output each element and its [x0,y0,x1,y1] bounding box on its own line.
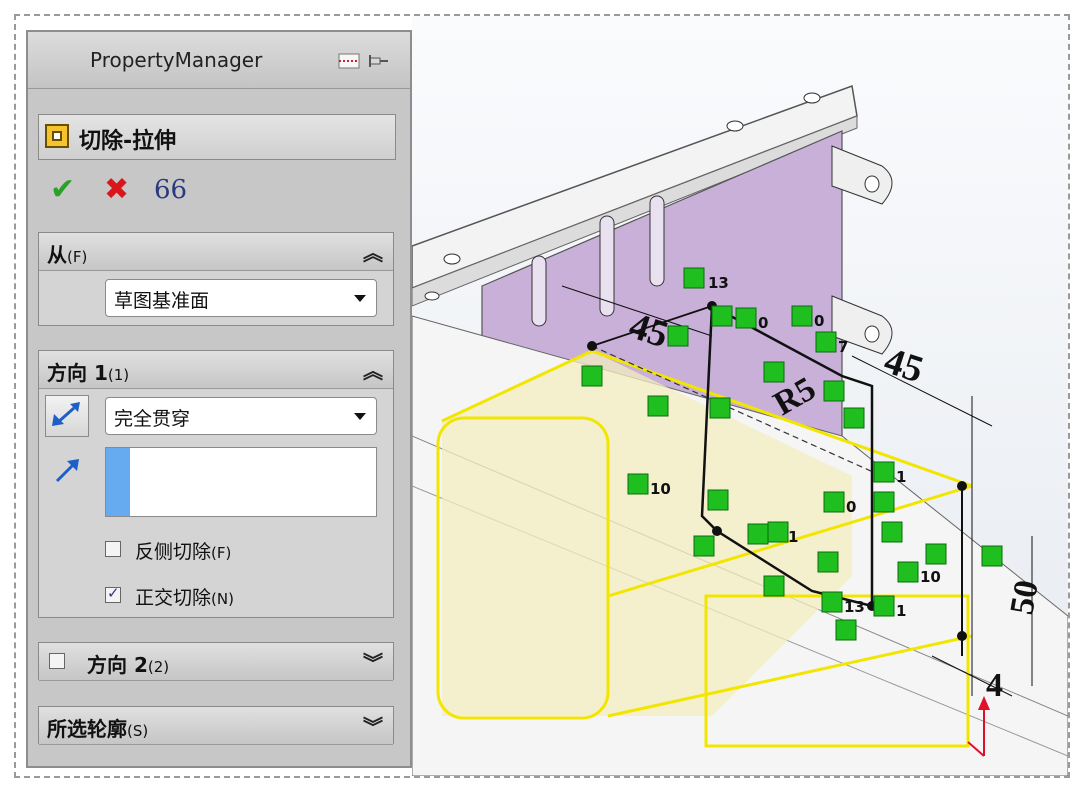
dimension-50: 50 [1003,577,1045,617]
direction1-group-header[interactable]: 方向 1(1) ︽ [39,351,393,389]
property-manager-header: PropertyManager [28,32,410,89]
screenshot-frame: 45 45 R5 50 4 13 0 0 7 10 1 0 1 10 13 1 … [14,14,1070,778]
direction2-group-label: 方向 2(2) [87,653,170,677]
relation-label: 0 [814,312,824,330]
relation-label: 1 [788,528,798,546]
collapse-down-icon[interactable]: ︾ [363,647,383,676]
relation-badge [627,473,649,495]
direction1-group-label: 方向 1(1) [47,361,130,385]
relation-badge [897,561,919,583]
normal-cut-checkbox[interactable] [105,584,121,603]
normal-cut-label: 正交切除(N) [135,587,234,609]
select-dropdown-icon [354,295,366,302]
sketch-point [957,631,967,641]
from-group-label: 从(F) [47,243,88,267]
ok-check-icon[interactable]: ✔ [50,170,75,210]
sketch-point [957,481,967,491]
listbox-active-indicator [106,448,130,516]
tab-hole [864,325,880,343]
panel-slot [649,195,665,287]
relation-badge [735,307,757,329]
reverse-direction-button[interactable] [45,395,89,437]
direction-arrow-icon [55,459,79,483]
relation-label: 13 [708,274,729,292]
relation-label: 0 [758,314,768,332]
property-manager-title: PropertyManager [90,48,263,72]
relation-badge [667,325,689,347]
relation-badge [647,395,669,417]
relation-label: 0 [846,498,856,516]
flange-hole [424,291,440,301]
relation-badge [843,407,865,429]
selected-contours-group: 所选轮廓(S) ︾ [38,706,394,745]
relation-badge [873,491,895,513]
relation-badge [823,491,845,513]
collapse-up-icon[interactable]: ︽ [363,237,383,266]
direction2-group-header[interactable]: 方向 2(2) ︾ [39,643,393,681]
flange-hole [443,253,461,265]
relation-badge [873,595,895,617]
relation-label: 1 [896,602,906,620]
feature-title-bar: 切除-拉伸 [38,114,396,160]
end-condition-select[interactable]: 完全贯穿 [105,397,377,435]
relation-badge [925,543,947,565]
relation-badge [711,305,733,327]
cancel-x-icon[interactable]: ✖ [104,170,129,210]
relation-badge [981,545,1003,567]
pin-icon[interactable] [368,52,390,70]
tab-hole [864,175,880,193]
relation-badge [835,619,857,641]
from-group-header[interactable]: 从(F) ︽ [39,233,393,271]
feature-title: 切除-拉伸 [79,129,177,154]
feature-cut-extrude-icon [45,124,69,148]
graphics-viewport[interactable]: 45 45 R5 50 4 13 0 0 7 10 1 0 1 10 13 1 [412,16,1068,776]
property-manager-panel: PropertyManager 切除-拉伸 ✔ ✖ 66 从(F) ︽ 草图基准… [26,30,412,768]
relation-badge [763,575,785,597]
collapse-down-icon[interactable]: ︾ [363,711,383,740]
sketch-point [712,526,722,536]
relation-badge [709,397,731,419]
action-buttons: ✔ ✖ 66 [46,170,246,210]
from-group: 从(F) ︽ 草图基准面 [38,232,394,326]
relation-badge [815,331,837,353]
selected-contours-header[interactable]: 所选轮廓(S) ︾ [39,707,393,745]
collapse-up-icon[interactable]: ︽ [363,355,383,384]
direction2-group: 方向 2(2) ︾ [38,642,394,681]
flip-side-checkbox[interactable] [105,541,121,557]
relation-label: 10 [920,568,941,586]
relation-badge [821,591,843,613]
preview-glasses-icon[interactable]: 66 [154,170,187,210]
relation-badge [881,521,903,543]
direction2-checkbox[interactable] [49,653,65,669]
from-condition-select[interactable]: 草图基准面 [105,279,377,317]
direction1-group: 方向 1(1) ︽ 完全贯穿 反侧切除(F) ✓ 正交切除(N) [38,350,394,618]
relation-badge [817,551,839,573]
relation-badge [763,361,785,383]
flange-hole [803,92,821,104]
relation-badge [823,380,845,402]
relation-label: 7 [838,338,848,356]
relation-badge [683,267,705,289]
relation-badge [693,535,715,557]
relation-badge [873,461,895,483]
relation-badge [791,305,813,327]
relation-label: 1 [896,468,906,486]
relation-badge [707,489,729,511]
reverse-direction-icon [52,402,80,426]
panel-slot [531,255,547,327]
relation-badge [767,521,789,543]
flange-hole [726,120,744,132]
sketch-point [587,341,597,351]
relation-badge [747,523,769,545]
relation-label: 10 [650,480,671,498]
panel-split-icon[interactable] [338,52,360,70]
selected-contours-label: 所选轮廓(S) [47,717,149,741]
model-canvas[interactable]: 45 45 R5 50 4 13 0 0 7 10 1 0 1 10 13 1 [412,16,1068,776]
relation-label: 13 [844,598,865,616]
select-dropdown-icon [354,413,366,420]
dimension-4: 4 [986,667,1003,704]
flip-side-label: 反侧切除(F) [135,541,232,563]
relation-badge [581,365,603,387]
direction-reference-listbox[interactable] [105,447,377,517]
